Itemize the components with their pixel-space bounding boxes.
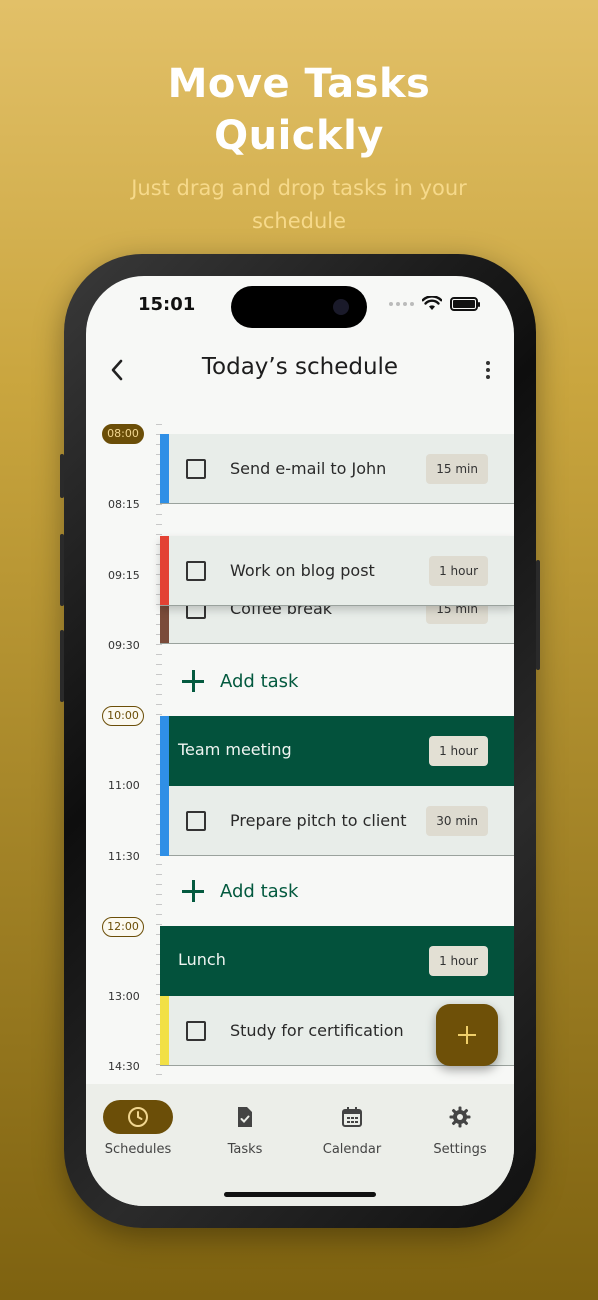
- meeting-color-bar: [160, 716, 169, 856]
- task-duration-badge: 30 min: [426, 806, 488, 836]
- app-bar: Today’s schedule: [86, 348, 514, 392]
- time-label-1000: 10:00: [102, 706, 144, 726]
- nav-tab-settings[interactable]: Settings: [408, 1100, 512, 1157]
- add-task-button[interactable]: Add task: [182, 666, 298, 696]
- nav-tab-tasks[interactable]: Tasks: [193, 1100, 297, 1157]
- nav-tab-schedules[interactable]: Schedules: [86, 1100, 190, 1157]
- event-row-team-meeting[interactable]: Team meeting 1 hour: [160, 716, 514, 786]
- task-file-check-icon: [238, 1107, 252, 1127]
- nav-label-tasks: Tasks: [227, 1142, 263, 1157]
- time-label-1100: 11:00: [108, 779, 140, 792]
- signal-icon: [389, 301, 414, 306]
- app-screen: 15:01 Today’s schedule 08:00 08:15 09:15…: [86, 276, 514, 1206]
- nav-label-schedules: Schedules: [104, 1142, 172, 1157]
- page-title: Today’s schedule: [201, 354, 399, 380]
- home-indicator: [224, 1192, 376, 1197]
- time-label-1430: 14:30: [108, 1060, 140, 1073]
- task-title: Prepare pitch to client: [230, 811, 407, 830]
- nav-label-settings: Settings: [433, 1142, 487, 1157]
- task-checkbox[interactable]: [186, 1021, 206, 1041]
- plus-icon: [182, 880, 204, 902]
- task-checkbox[interactable]: [186, 459, 206, 479]
- wifi-icon: [422, 296, 442, 310]
- battery-icon: [450, 296, 480, 311]
- bottom-navigation: Schedules Tasks Calendar Settings: [86, 1084, 514, 1206]
- time-label-1300: 13:00: [108, 990, 140, 1003]
- schedule-timeline[interactable]: 08:00 08:15 09:15 09:30 10:00 11:00 11:3…: [86, 416, 514, 1086]
- promo-subtitle-line-1: Just drag and drop tasks in your: [131, 176, 467, 200]
- task-row-prepare-pitch[interactable]: Prepare pitch to client 30 min: [160, 786, 514, 856]
- nav-tab-calendar[interactable]: Calendar: [300, 1100, 404, 1157]
- volume-up-button: [60, 534, 64, 606]
- task-checkbox[interactable]: [186, 811, 206, 831]
- action-button: [60, 454, 64, 498]
- dynamic-island: [231, 286, 367, 328]
- plus-icon: [182, 670, 204, 692]
- task-color-bar: [160, 996, 169, 1065]
- promo-title-line-1: Move Tasks: [167, 61, 431, 107]
- time-label-0930: 09:30: [108, 639, 140, 652]
- gear-icon: [449, 1106, 471, 1128]
- calendar-icon: [342, 1107, 362, 1127]
- time-label-0915: 09:15: [108, 569, 140, 582]
- time-label-1200: 12:00: [102, 917, 144, 937]
- event-duration-badge: 1 hour: [429, 736, 488, 766]
- time-label-1130: 11:30: [108, 850, 140, 863]
- task-row-blog-post-dragging[interactable]: Work on blog post 1 hour: [160, 536, 514, 606]
- clock-icon: [128, 1107, 148, 1127]
- camera-icon: [333, 299, 349, 315]
- event-title: Lunch: [178, 950, 226, 969]
- add-fab-button[interactable]: [436, 1004, 498, 1066]
- add-task-label: Add task: [220, 670, 299, 692]
- event-duration-badge: 1 hour: [429, 946, 488, 976]
- event-row-lunch[interactable]: Lunch 1 hour: [160, 926, 514, 996]
- task-duration-badge: 1 hour: [429, 556, 488, 586]
- power-button: [536, 560, 540, 670]
- promo-subtitle-line-2: schedule: [251, 209, 347, 233]
- promo-subtitle: Just drag and drop tasks in your schedul…: [100, 172, 498, 238]
- task-checkbox[interactable]: [186, 561, 206, 581]
- event-title: Team meeting: [178, 740, 292, 759]
- add-task-label: Add task: [220, 880, 299, 902]
- more-options-icon[interactable]: [480, 356, 496, 384]
- task-title: Work on blog post: [230, 561, 375, 580]
- nav-label-calendar: Calendar: [322, 1142, 382, 1157]
- task-row-send-email[interactable]: Send e-mail to John 15 min: [160, 434, 514, 504]
- task-color-bar: [160, 434, 169, 503]
- status-time: 15:01: [138, 294, 196, 315]
- promo-title: Move Tasks Quickly: [0, 58, 598, 162]
- task-title: Study for certification: [230, 1021, 404, 1040]
- task-color-bar: [160, 536, 169, 605]
- task-duration-badge: 15 min: [426, 454, 488, 484]
- time-label-0815: 08:15: [108, 498, 140, 511]
- task-title: Send e-mail to John: [230, 459, 387, 478]
- time-label-0800: 08:00: [102, 424, 144, 444]
- volume-down-button: [60, 630, 64, 702]
- status-icons: [389, 296, 480, 311]
- promo-title-line-2: Quickly: [214, 113, 384, 159]
- add-task-button[interactable]: Add task: [182, 876, 298, 906]
